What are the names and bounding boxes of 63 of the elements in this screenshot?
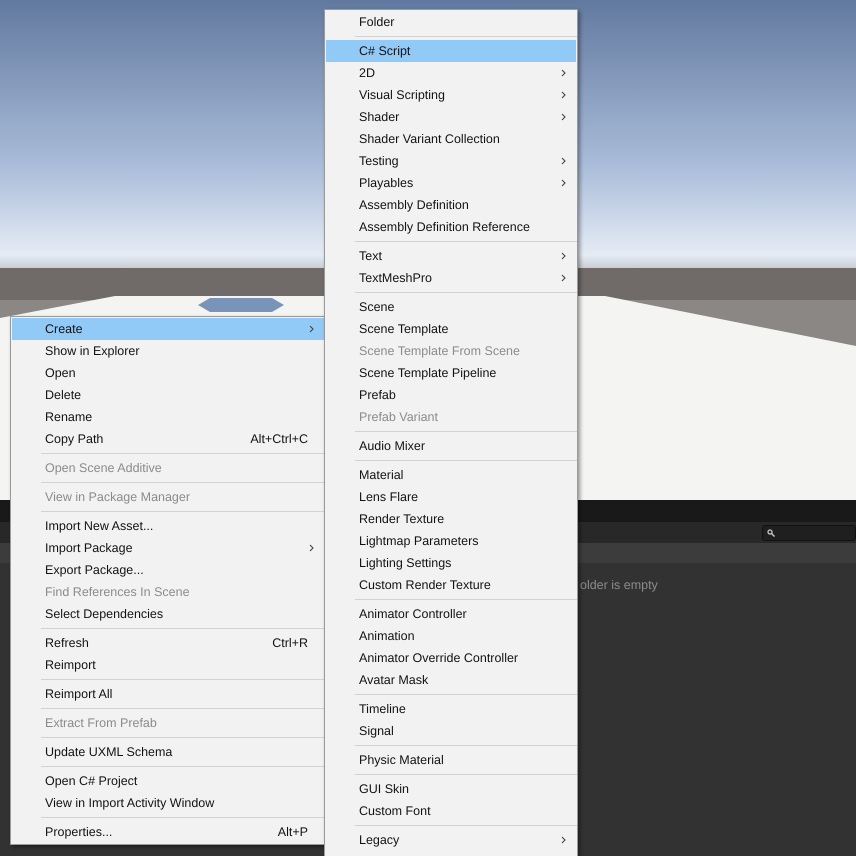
menu-item[interactable]: Import New Asset... bbox=[12, 515, 324, 537]
menu-item[interactable]: Rename bbox=[12, 406, 324, 428]
menu-item[interactable]: Select Dependencies bbox=[12, 603, 324, 625]
chevron-right-icon bbox=[561, 113, 566, 121]
menu-item[interactable]: Animator Override Controller bbox=[326, 647, 576, 669]
menu-item[interactable]: Playables bbox=[326, 172, 576, 194]
menu-item[interactable]: GUI Skin bbox=[326, 778, 576, 800]
menu-item[interactable]: Open bbox=[12, 362, 324, 384]
menu-item[interactable]: Scene Template bbox=[326, 318, 576, 340]
menu-item[interactable]: Custom Font bbox=[326, 800, 576, 822]
search-icon bbox=[767, 528, 775, 536]
chevron-right-icon bbox=[561, 179, 566, 187]
menu-item[interactable]: Export Package... bbox=[12, 559, 324, 581]
menu-item[interactable]: Animator Controller bbox=[326, 603, 576, 625]
menu-item[interactable]: Reimport All bbox=[12, 683, 324, 705]
menu-item[interactable]: Legacy bbox=[326, 829, 576, 851]
menu-item[interactable]: Show in Explorer bbox=[12, 340, 324, 362]
menu-item[interactable]: Lens Flare bbox=[326, 486, 576, 508]
menu-item[interactable]: Delete bbox=[12, 384, 324, 406]
menu-item[interactable]: C# Script bbox=[326, 40, 576, 62]
menu-item[interactable]: Testing bbox=[326, 150, 576, 172]
menu-item[interactable]: Scene bbox=[326, 296, 576, 318]
menu-item[interactable]: Properties... Alt+P bbox=[12, 821, 324, 843]
menu-item[interactable]: Assembly Definition Reference bbox=[326, 216, 576, 238]
chevron-right-icon bbox=[309, 544, 314, 552]
menu-item[interactable]: Scene Template Pipeline bbox=[326, 362, 576, 384]
menu-item[interactable]: Signal bbox=[326, 720, 576, 742]
menu-item[interactable]: View in Import Activity Window bbox=[12, 792, 324, 814]
chevron-right-icon bbox=[561, 91, 566, 99]
menu-item[interactable]: TextMeshPro bbox=[326, 267, 576, 289]
menu-item[interactable]: Render Texture bbox=[326, 508, 576, 530]
menu-item[interactable]: Assembly Definition bbox=[326, 194, 576, 216]
chevron-right-icon bbox=[561, 836, 566, 844]
menu-item[interactable]: Text bbox=[326, 245, 576, 267]
menu-item[interactable]: Folder bbox=[326, 11, 576, 33]
menu-item[interactable]: Refresh Ctrl+R bbox=[12, 632, 324, 654]
chevron-right-icon bbox=[561, 69, 566, 77]
menu-item[interactable]: Update UXML Schema bbox=[12, 741, 324, 763]
menu-item[interactable]: Copy Path Alt+Ctrl+C bbox=[12, 428, 324, 450]
menu-item[interactable]: Open C# Project bbox=[12, 770, 324, 792]
chevron-right-icon bbox=[309, 325, 314, 333]
chevron-right-icon bbox=[561, 252, 566, 260]
menu-item[interactable]: Prefab bbox=[326, 384, 576, 406]
chevron-right-icon bbox=[561, 274, 566, 282]
menu-item[interactable]: Avatar Mask bbox=[326, 669, 576, 691]
menu-item[interactable]: Visual Scripting bbox=[326, 84, 576, 106]
menu-item[interactable]: Audio Mixer bbox=[326, 435, 576, 457]
menu-item[interactable]: Reimport bbox=[12, 654, 324, 676]
menu-item[interactable]: Physic Material bbox=[326, 749, 576, 771]
menu-item[interactable]: Shader bbox=[326, 106, 576, 128]
chevron-right-icon bbox=[561, 157, 566, 165]
menu-item[interactable]: Custom Render Texture bbox=[326, 574, 576, 596]
empty-folder-message: older is empty bbox=[580, 577, 658, 594]
menu-item[interactable]: Lightmap Parameters bbox=[326, 530, 576, 552]
menu-item[interactable]: Lighting Settings bbox=[326, 552, 576, 574]
menu-item[interactable]: Material bbox=[326, 464, 576, 486]
search-field[interactable] bbox=[762, 524, 856, 540]
menu-item[interactable]: Animation bbox=[326, 625, 576, 647]
menu-item[interactable]: Import Package bbox=[12, 537, 324, 559]
menu-item[interactable]: Timeline bbox=[326, 698, 576, 720]
menu-item[interactable]: Shader Variant Collection bbox=[326, 128, 576, 150]
menu-item[interactable]: Create bbox=[12, 318, 324, 340]
menu-item[interactable]: 2D bbox=[326, 62, 576, 84]
